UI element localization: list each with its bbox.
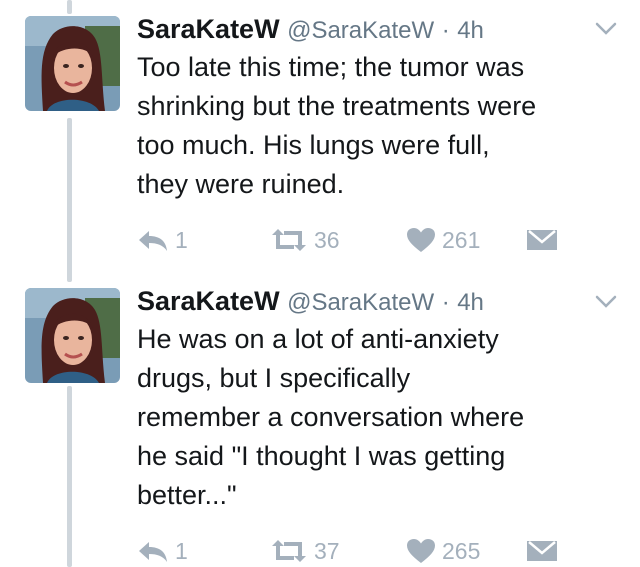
tweet-text-line: shrinking but the treatments were — [137, 91, 537, 121]
tweet-text: Too late this time; the tumor was shrink… — [137, 48, 627, 204]
like-count: 265 — [442, 537, 481, 564]
separator-dot: · — [441, 289, 450, 316]
tweet-text: He was on a lot of anti-anxiety drugs, b… — [137, 320, 627, 515]
separator-dot: · — [441, 17, 450, 44]
like-button[interactable]: 261 — [406, 225, 480, 255]
retweet-count: 36 — [314, 226, 340, 253]
timestamp[interactable]: 4h — [457, 17, 484, 44]
reply-count: 1 — [175, 537, 188, 564]
chevron-down-icon[interactable] — [594, 21, 618, 37]
reply-count: 1 — [175, 226, 188, 253]
user-handle[interactable]: @SaraKateW — [287, 289, 434, 316]
envelope-icon — [527, 541, 557, 561]
like-button[interactable]: 265 — [406, 536, 480, 566]
chevron-down-icon[interactable] — [594, 294, 618, 310]
retweet-icon — [272, 229, 306, 251]
like-count: 261 — [442, 226, 481, 253]
timestamp[interactable]: 4h — [457, 289, 484, 316]
tweet-text-line: they were ruined. — [137, 169, 345, 199]
retweet-icon — [272, 540, 306, 562]
tweet[interactable]: SaraKateW @SaraKateW · 4h He was on a lo… — [0, 280, 640, 567]
reply-icon — [139, 542, 167, 562]
tweet-text-line: He was on a lot of anti-anxiety — [137, 324, 499, 354]
avatar[interactable] — [25, 16, 120, 111]
tweet-actions: 1 37 265 — [137, 536, 577, 566]
envelope-icon — [527, 230, 557, 250]
avatar[interactable] — [25, 288, 120, 383]
reply-button[interactable]: 1 — [137, 536, 188, 566]
display-name[interactable]: SaraKateW — [137, 14, 280, 44]
tweet-header: SaraKateW @SaraKateW · 4h — [137, 285, 484, 317]
reply-icon — [139, 231, 167, 251]
tweet-text-line: too much. His lungs were full, — [137, 130, 490, 160]
tweet[interactable]: SaraKateW @SaraKateW · 4h Too late this … — [0, 0, 640, 280]
tweet-text-line: he said "I thought I was getting — [137, 441, 506, 471]
tweet-text-line: better..." — [137, 480, 237, 510]
message-button[interactable] — [526, 536, 564, 566]
retweet-button[interactable]: 36 — [270, 225, 340, 255]
reply-button[interactable]: 1 — [137, 225, 188, 255]
tweet-actions: 1 36 261 — [137, 225, 577, 255]
message-button[interactable] — [526, 225, 564, 255]
display-name[interactable]: SaraKateW — [137, 286, 280, 316]
tweet-header: SaraKateW @SaraKateW · 4h — [137, 13, 484, 45]
heart-icon — [407, 228, 435, 252]
tweet-text-line: drugs, but I specifically — [137, 363, 411, 393]
heart-icon — [407, 539, 435, 563]
retweet-count: 37 — [314, 537, 340, 564]
tweet-text-line: remember a conversation where — [137, 402, 525, 432]
tweet-text-line: Too late this time; the tumor was — [137, 52, 525, 82]
retweet-button[interactable]: 37 — [270, 536, 340, 566]
user-handle[interactable]: @SaraKateW — [287, 17, 434, 44]
